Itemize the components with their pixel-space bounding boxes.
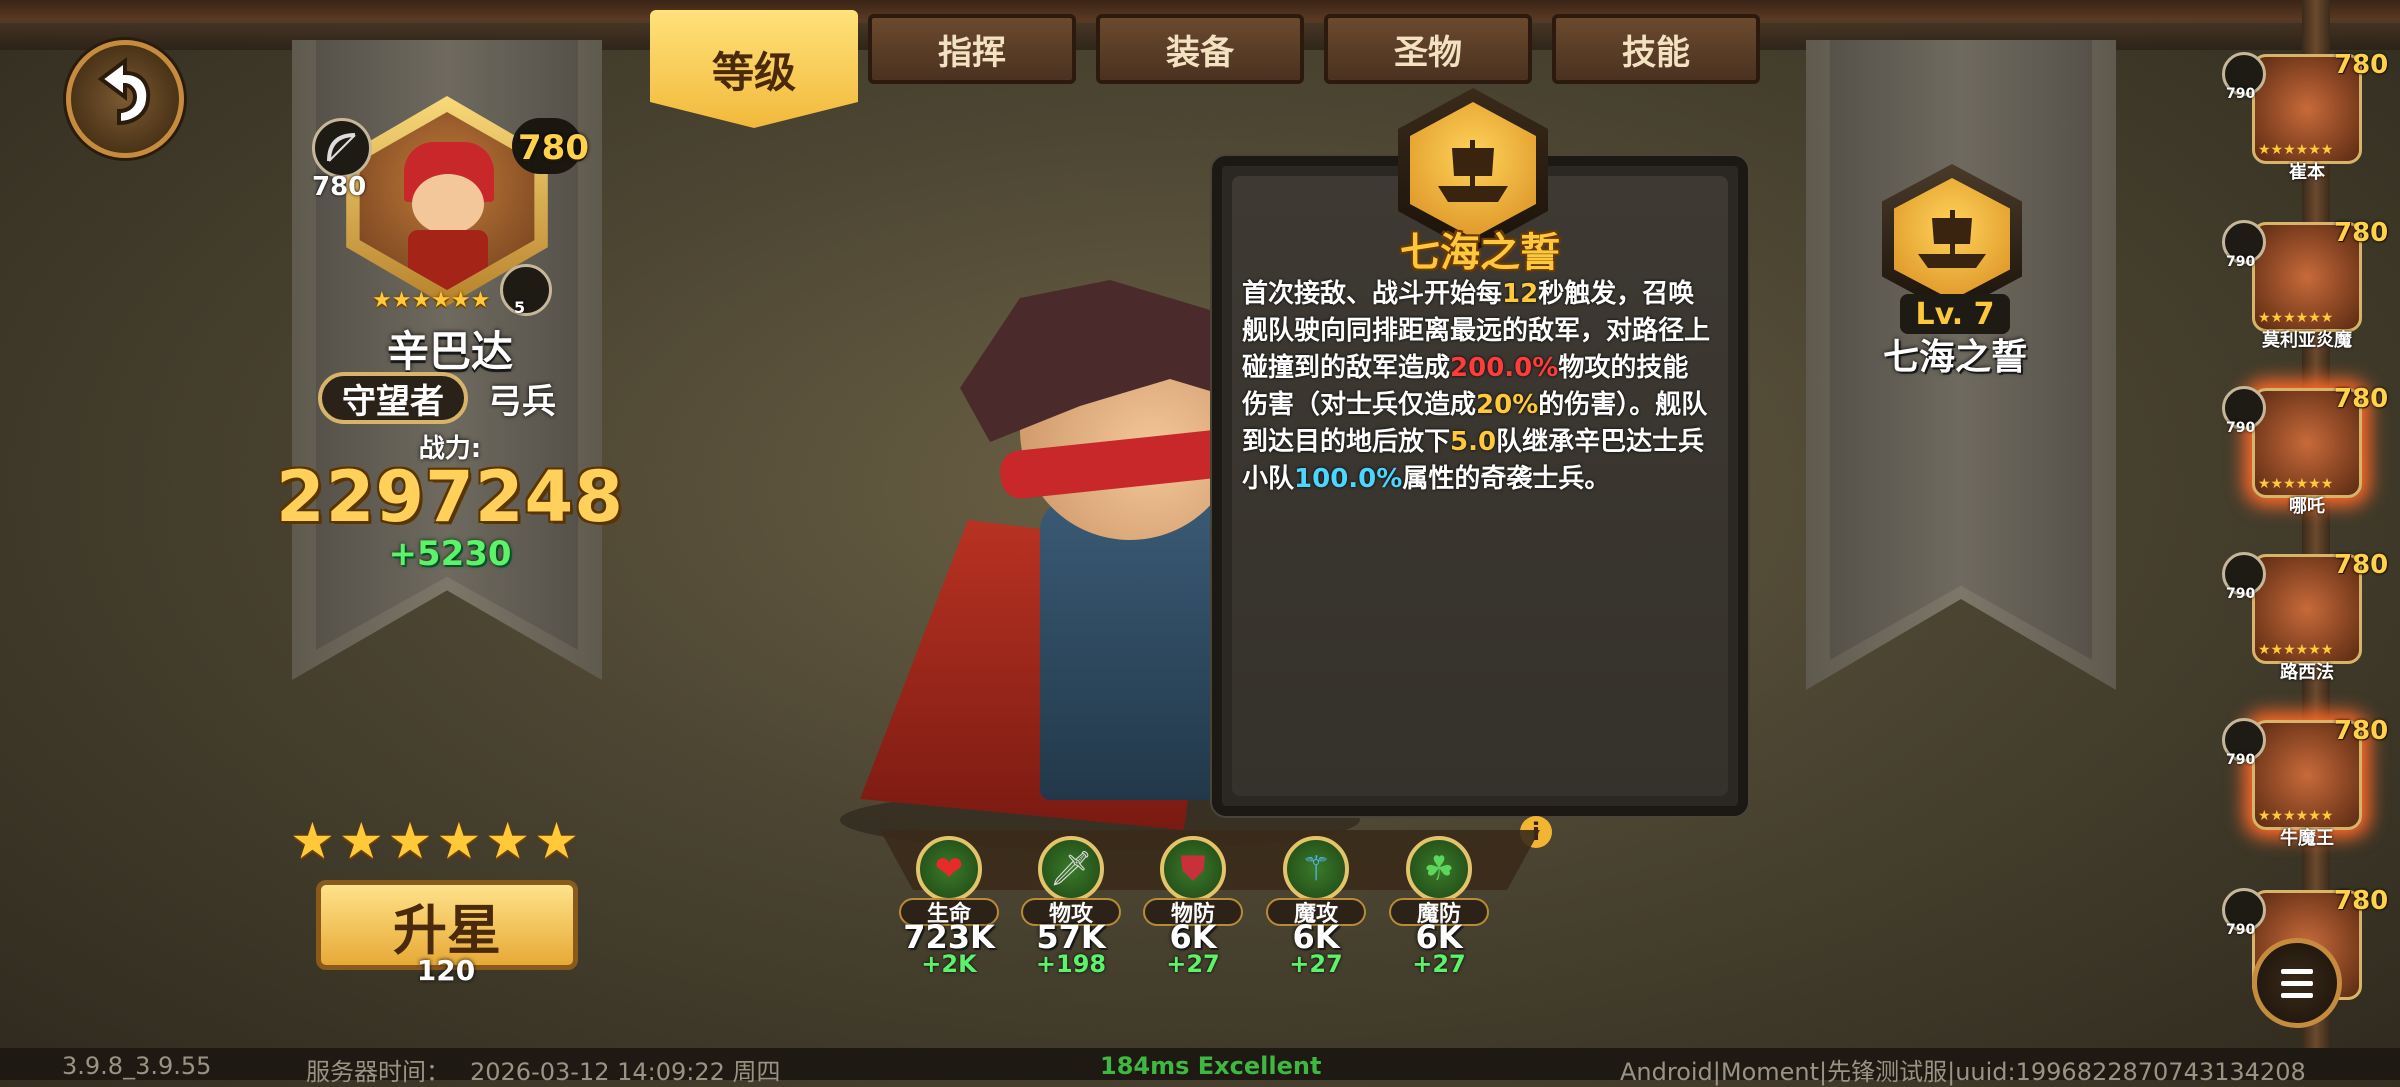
clover-icon: ☘ [1406,836,1472,902]
roster-hero-name: 崔本 [2289,162,2325,183]
roster-hero-sub-level: 790 [2226,420,2256,436]
stat-delta: +27 [1412,950,1466,978]
roster-hero-sub-level: 790 [2226,922,2256,938]
roster-hero-sub-level: 790 [2226,86,2256,102]
star-rating: ★★★★★★ [290,812,583,870]
roster-hero-stars: ★★★★★★ [2258,808,2334,824]
shield-icon: ⛊ [1160,836,1226,902]
roster-hero-level: 780 [2334,886,2389,916]
skill-description: 首次接敌、战斗开始每12秒触发，召唤舰队驶向同排距离最远的敌军，对路径上碰撞到的… [1242,276,1712,498]
desc-text: 属性的奇袭士兵。 [1402,464,1611,494]
tab-label: 等级 [711,47,796,97]
desc-highlight: 5.0 [1450,427,1497,457]
desc-highlight: 100.0% [1294,464,1403,494]
roster-hero-slot[interactable]: 780 790 ★★★★★★ 路西法 [2222,544,2388,692]
roster-hero-name: 牛魔王 [2280,828,2334,849]
back-button[interactable] [66,40,184,158]
tab-level[interactable]: 等级 [650,10,858,128]
power-value: 2297248 [276,456,624,538]
roster-hero-name: 莫利亚炎魔 [2262,330,2352,351]
sword-icon: 🗡 [1038,836,1104,902]
tab-skill[interactable]: 技能 [1552,14,1760,84]
roster-hero-slot[interactable]: 780 790 ★★★★★★ 哪吒 [2222,378,2388,526]
star-up-cost: 120 [416,954,476,987]
roster-hero-sub-level: 790 [2226,586,2256,602]
roster-hero-level: 780 [2334,50,2389,80]
stat-delta: +27 [1289,950,1343,978]
stat-delta: +198 [1035,950,1107,978]
desc-text: 首次接敌、战斗开始每 [1242,279,1503,309]
roster-hero-sub-level: 790 [2226,254,2256,270]
hero-level: 780 [518,128,589,168]
roster-hero-name: 哪吒 [2289,496,2325,517]
tab-label: 指挥 [938,32,1006,73]
tab-label: 圣物 [1394,32,1462,73]
roster-hero-level: 780 [2334,218,2389,248]
roster-hero-slot[interactable]: 780 790 ★★★★★★ 牛魔王 [2222,710,2388,858]
roster-hero-stars: ★★★★★★ [2258,310,2334,326]
hero-type-label: 弓兵 [488,382,556,422]
hero-name: 辛巴达 [386,327,513,376]
roster-hero-slot[interactable]: 780 790 ★★★★★★ 莫利亚炎魔 [2222,212,2388,360]
character-body [1040,500,1240,800]
roster-hero-slot[interactable]: 780 790 ★★★★★★ 崔本 [2222,44,2388,192]
version-text: 3.9.8_3.9.55 [62,1052,212,1080]
hero-sub-level: 780 [312,172,367,202]
roster-hero-sub-level: 790 [2226,752,2256,768]
tab-relic[interactable]: 圣物 [1324,14,1532,84]
skill-emblem-name: 七海之誓 [1882,337,2027,378]
back-arrow-icon [97,57,151,126]
desc-highlight: 20% [1476,390,1539,420]
roster-hero-level: 780 [2334,550,2389,580]
stat-delta: +2K [921,950,977,978]
magic-staff-icon: ⚚ [1283,836,1349,902]
device-info: Android|Moment|先锋测试服|uuid:19968228707431… [1620,1058,2306,1086]
heart-icon: ❤ [916,836,982,902]
gear-badge-icon [500,264,552,316]
roster-hero-name: 路西法 [2280,662,2334,683]
power-delta: +5230 [388,534,512,574]
roster-hero-stars: ★★★★★★ [2258,642,2334,658]
roster-hero-stars: ★★★★★★ [2258,476,2334,492]
archer-class-icon [312,118,372,178]
status-bar: 3.9.8_3.9.55 服务器时间： 2026-03-12 14:09:22 … [0,1048,2400,1086]
ping-status: 184ms Excellent [1100,1052,1322,1080]
hero-class-badge: 守望者 [318,372,468,424]
roster-hero-level: 780 [2334,384,2389,414]
tab-label: 装备 [1166,32,1234,73]
tab-command[interactable]: 指挥 [868,14,1076,84]
hamburger-icon [2281,969,2313,998]
menu-button[interactable] [2252,938,2342,1028]
gear-count: 5 [514,298,526,317]
server-time: 2026-03-12 14:09:22 周四 [470,1058,781,1086]
desc-highlight: 12 [1502,279,1539,309]
server-time-label: 服务器时间： [306,1058,450,1086]
desc-highlight: 200.0% [1450,353,1559,383]
portrait-stars: ★★★★★★ [372,288,491,313]
roster-hero-level: 780 [2334,716,2389,746]
stat-delta: +27 [1166,950,1220,978]
roster-hero-stars: ★★★★★★ [2258,142,2334,158]
tab-equipment[interactable]: 装备 [1096,14,1304,84]
tab-label: 技能 [1622,32,1690,73]
skill-title: 七海之誓 [1400,230,1560,276]
